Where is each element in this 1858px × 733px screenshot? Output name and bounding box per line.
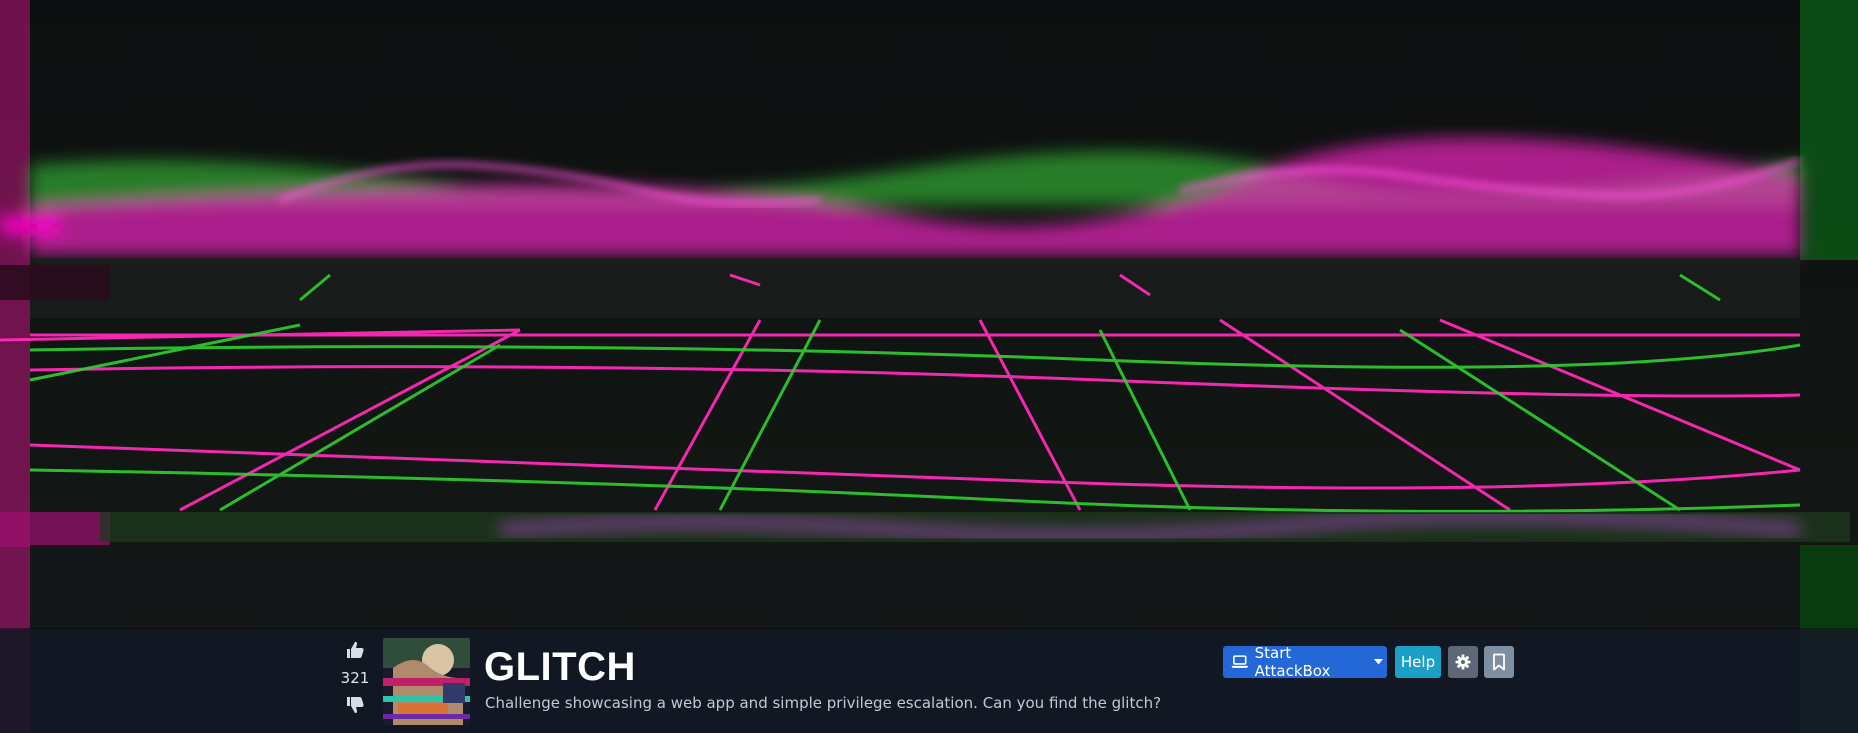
downvote-button[interactable] xyxy=(343,693,367,717)
thumbs-down-icon xyxy=(347,697,364,714)
bookmark-icon xyxy=(1493,653,1505,671)
room-thumbnail xyxy=(383,638,470,725)
room-info-bar xyxy=(0,629,1858,733)
thumbs-up-icon xyxy=(347,641,364,658)
room-banner xyxy=(0,0,1858,733)
start-attackbox-label: Start AttackBox xyxy=(1254,644,1331,680)
laptop-icon xyxy=(1231,655,1249,668)
save-room-button[interactable] xyxy=(1484,646,1514,678)
upvote-button[interactable] xyxy=(343,638,367,662)
help-button[interactable]: Help xyxy=(1395,646,1441,678)
attackbox-dropdown-toggle[interactable] xyxy=(1369,646,1387,678)
gear-icon xyxy=(1455,654,1471,670)
room-title: GLITCH xyxy=(484,645,636,689)
settings-button[interactable] xyxy=(1448,646,1478,678)
room-thumbnail-image xyxy=(383,638,470,725)
caret-down-icon xyxy=(1373,659,1383,665)
start-attackbox-main[interactable]: Start AttackBox xyxy=(1223,644,1369,680)
synthwave-grid-image xyxy=(0,0,1858,733)
vote-panel: 321 xyxy=(338,638,372,728)
start-attackbox-button[interactable]: Start AttackBox xyxy=(1223,644,1387,680)
vote-count: 321 xyxy=(340,669,370,687)
room-description: Challenge showcasing a web app and simpl… xyxy=(485,694,1162,712)
